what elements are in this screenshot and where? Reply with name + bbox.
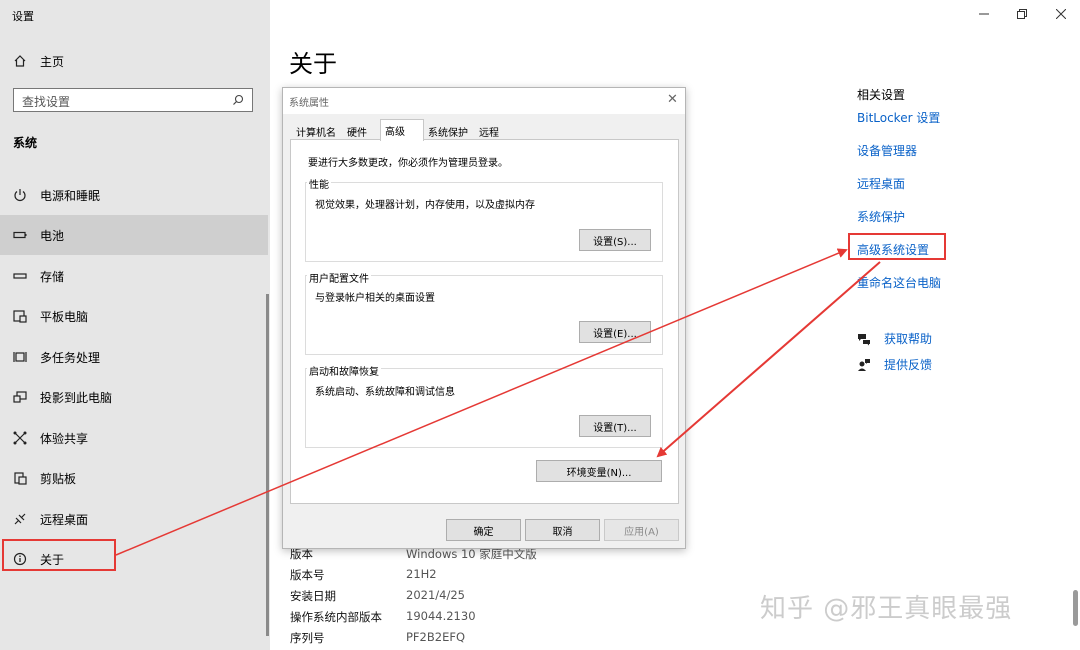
- arrow-advanced-to-env-vars: [656, 261, 881, 458]
- annotation-arrows: [115, 248, 881, 556]
- arrow-about-to-advanced: [115, 248, 848, 556]
- tab-advanced[interactable]: 高级: [380, 119, 424, 141]
